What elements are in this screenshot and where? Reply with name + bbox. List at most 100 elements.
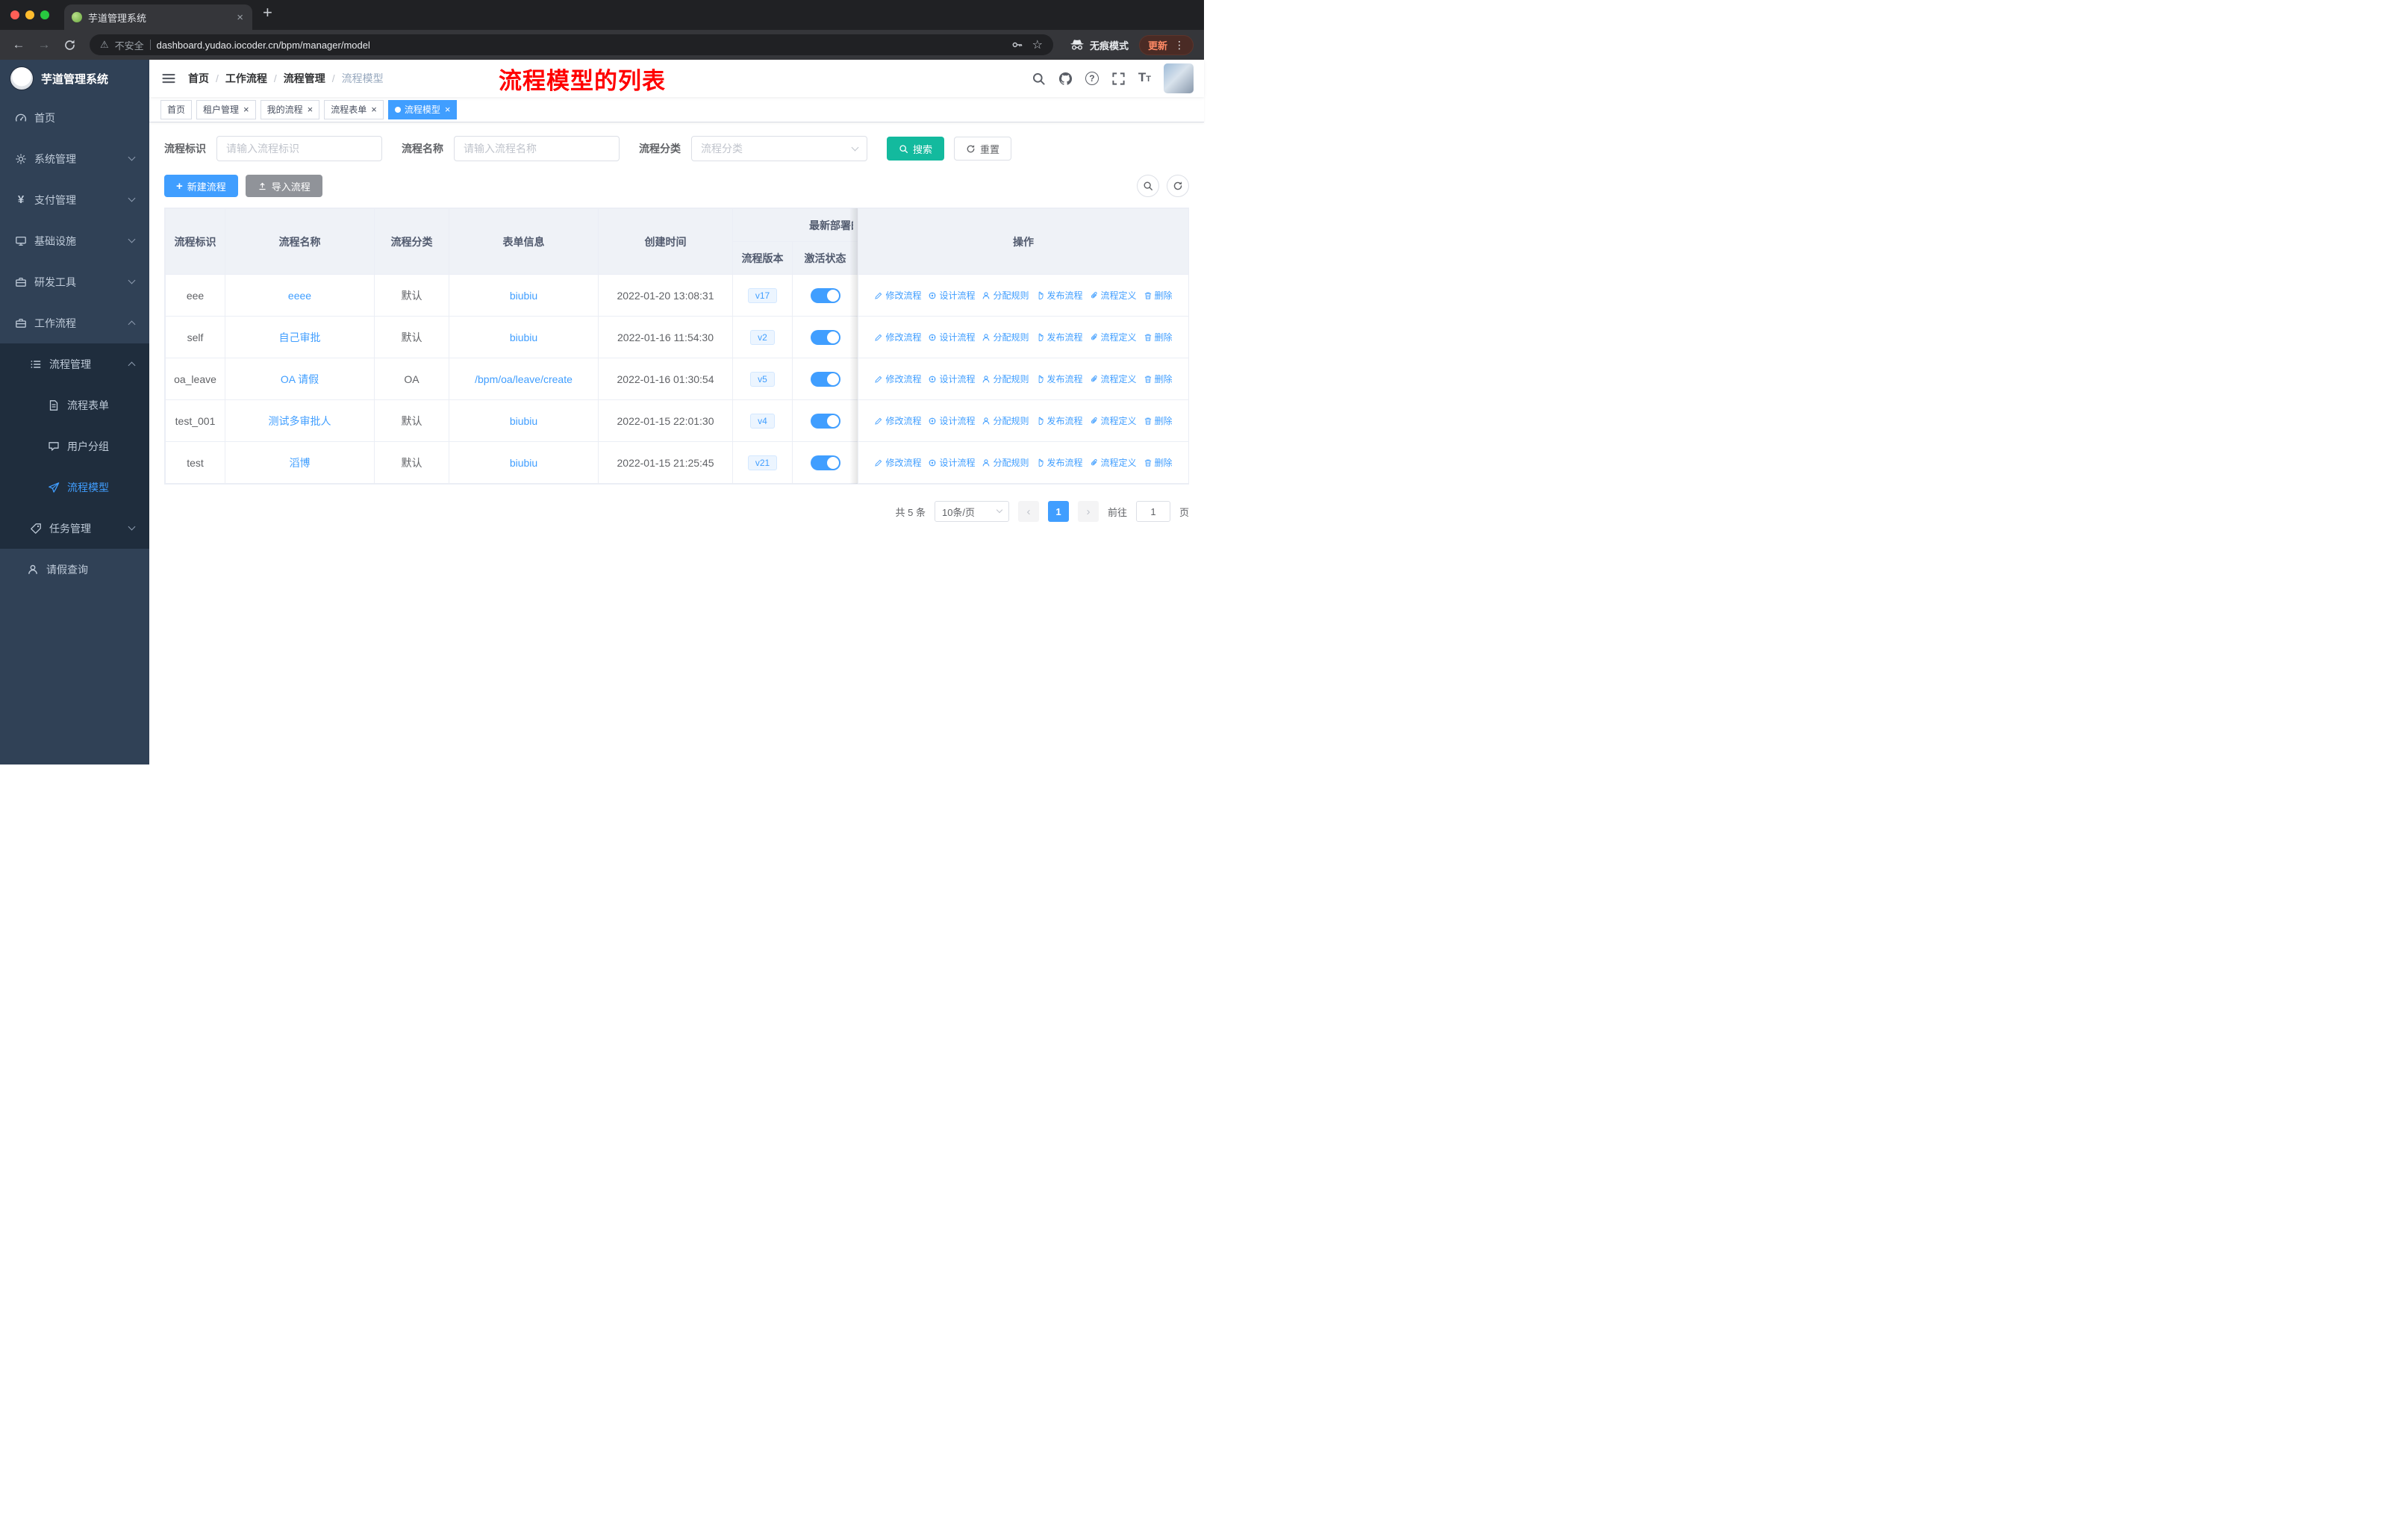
sidebar-item-system[interactable]: 系统管理 bbox=[0, 138, 149, 179]
action-assign-rule[interactable]: 分配规则 bbox=[982, 289, 1029, 302]
close-icon[interactable]: × bbox=[308, 105, 314, 114]
close-icon[interactable]: × bbox=[445, 105, 451, 114]
close-icon[interactable]: × bbox=[371, 105, 377, 114]
tag-home[interactable]: 首页 bbox=[160, 99, 193, 119]
user-avatar[interactable] bbox=[1164, 63, 1194, 93]
page-1-button[interactable]: 1 bbox=[1047, 501, 1069, 522]
tag-tenant[interactable]: 租户管理 × bbox=[196, 99, 256, 119]
process-name-link[interactable]: 自己审批 bbox=[279, 331, 321, 343]
action-edit[interactable]: 修改流程 bbox=[874, 373, 921, 385]
action-assign-rule[interactable]: 分配规则 bbox=[982, 331, 1029, 343]
sidebar-item-leave-query[interactable]: 请假查询 bbox=[0, 549, 149, 590]
action-design[interactable]: 设计流程 bbox=[928, 456, 975, 469]
new-tab-button[interactable]: + bbox=[252, 4, 272, 25]
form-info-link[interactable]: biubiu bbox=[510, 415, 537, 427]
tag-my-process[interactable]: 我的流程 × bbox=[260, 99, 320, 119]
forward-icon[interactable]: → bbox=[33, 34, 55, 56]
zoom-window-button[interactable] bbox=[40, 10, 49, 19]
toggle-search-button[interactable] bbox=[1137, 175, 1159, 197]
process-name-link[interactable]: OA 请假 bbox=[281, 373, 319, 385]
action-delete[interactable]: 删除 bbox=[1144, 331, 1173, 343]
browser-menu-icon[interactable]: ⋮ bbox=[1174, 39, 1185, 52]
action-assign-rule[interactable]: 分配规则 bbox=[982, 373, 1029, 385]
sidebar-item-workflow[interactable]: 工作流程 bbox=[0, 302, 149, 343]
sidebar-item-payment[interactable]: ¥ 支付管理 bbox=[0, 179, 149, 220]
import-process-button[interactable]: 导入流程 bbox=[245, 175, 322, 197]
password-key-icon[interactable] bbox=[1011, 39, 1023, 51]
process-name-input[interactable] bbox=[454, 136, 620, 161]
goto-page-input[interactable] bbox=[1135, 501, 1170, 522]
tag-process-model[interactable]: 流程模型 × bbox=[387, 99, 458, 119]
sidebar-item-task-mgmt[interactable]: 任务管理 bbox=[0, 508, 149, 549]
form-info-link[interactable]: biubiu bbox=[510, 457, 537, 469]
back-icon[interactable]: ← bbox=[7, 34, 30, 56]
action-edit[interactable]: 修改流程 bbox=[874, 456, 921, 469]
process-name-link[interactable]: 测试多审批人 bbox=[269, 415, 331, 427]
refresh-table-button[interactable] bbox=[1167, 175, 1189, 197]
sidebar-logo[interactable]: 芋道管理系统 bbox=[0, 60, 149, 97]
security-label[interactable]: 不安全 bbox=[115, 38, 144, 52]
action-publish[interactable]: 发布流程 bbox=[1036, 414, 1083, 427]
create-process-button[interactable]: + 新建流程 bbox=[164, 175, 238, 197]
reset-button[interactable]: 重置 bbox=[954, 137, 1012, 161]
version-badge[interactable]: v5 bbox=[750, 371, 775, 387]
action-publish[interactable]: 发布流程 bbox=[1036, 289, 1083, 302]
tag-process-form[interactable]: 流程表单 × bbox=[324, 99, 384, 119]
action-edit[interactable]: 修改流程 bbox=[874, 289, 921, 302]
fullscreen-icon[interactable] bbox=[1111, 72, 1126, 86]
action-assign-rule[interactable]: 分配规则 bbox=[982, 414, 1029, 427]
search-button[interactable]: 搜索 bbox=[887, 137, 945, 161]
action-design[interactable]: 设计流程 bbox=[928, 414, 975, 427]
action-definition[interactable]: 流程定义 bbox=[1090, 331, 1137, 343]
action-design[interactable]: 设计流程 bbox=[928, 373, 975, 385]
search-icon[interactable] bbox=[1032, 72, 1046, 86]
github-icon[interactable] bbox=[1058, 72, 1073, 86]
breadcrumb-home[interactable]: 首页 bbox=[188, 71, 209, 86]
sidebar-item-process-mgmt[interactable]: 流程管理 bbox=[0, 343, 149, 384]
status-toggle[interactable] bbox=[810, 329, 840, 345]
tab-close-icon[interactable]: × bbox=[235, 11, 245, 24]
status-toggle[interactable] bbox=[810, 455, 840, 470]
status-toggle[interactable] bbox=[810, 287, 840, 303]
action-design[interactable]: 设计流程 bbox=[928, 289, 975, 302]
version-badge[interactable]: v2 bbox=[750, 329, 775, 345]
browser-tab[interactable]: 芋道管理系统 × bbox=[64, 4, 252, 30]
form-info-link[interactable]: /bpm/oa/leave/create bbox=[475, 373, 573, 385]
status-toggle[interactable] bbox=[810, 413, 840, 429]
process-name-link[interactable]: eeee bbox=[288, 290, 311, 302]
sidebar-item-user-group[interactable]: 用户分组 bbox=[0, 426, 149, 467]
process-id-input[interactable] bbox=[216, 136, 382, 161]
sidebar-item-devtools[interactable]: 研发工具 bbox=[0, 261, 149, 302]
action-edit[interactable]: 修改流程 bbox=[874, 414, 921, 427]
sidebar-item-process-model[interactable]: 流程模型 bbox=[0, 467, 149, 508]
action-publish[interactable]: 发布流程 bbox=[1036, 456, 1083, 469]
action-definition[interactable]: 流程定义 bbox=[1090, 456, 1137, 469]
action-edit[interactable]: 修改流程 bbox=[874, 331, 921, 343]
action-definition[interactable]: 流程定义 bbox=[1090, 289, 1137, 302]
breadcrumb-workflow[interactable]: 工作流程 bbox=[225, 71, 267, 86]
address-bar[interactable]: ⚠ 不安全 dashboard.yudao.iocoder.cn/bpm/man… bbox=[90, 34, 1053, 55]
bookmark-star-icon[interactable]: ☆ bbox=[1032, 37, 1043, 52]
close-window-button[interactable] bbox=[10, 10, 19, 19]
action-design[interactable]: 设计流程 bbox=[928, 331, 975, 343]
prev-page-button[interactable]: ‹ bbox=[1017, 501, 1039, 522]
help-icon[interactable]: ? bbox=[1085, 72, 1099, 85]
action-publish[interactable]: 发布流程 bbox=[1036, 331, 1083, 343]
browser-update-button[interactable]: 更新 ⋮ bbox=[1138, 34, 1194, 55]
hamburger-icon[interactable] bbox=[149, 71, 188, 86]
next-page-button[interactable]: › bbox=[1077, 501, 1099, 522]
page-size-select[interactable]: 10条/页 bbox=[934, 501, 1009, 522]
status-toggle[interactable] bbox=[810, 371, 840, 387]
process-name-link[interactable]: 滔博 bbox=[290, 457, 311, 469]
reload-icon[interactable] bbox=[58, 34, 81, 56]
action-delete[interactable]: 删除 bbox=[1144, 414, 1173, 427]
version-badge[interactable]: v21 bbox=[747, 455, 778, 470]
minimize-window-button[interactable] bbox=[25, 10, 34, 19]
version-badge[interactable]: v4 bbox=[750, 413, 775, 429]
action-assign-rule[interactable]: 分配规则 bbox=[982, 456, 1029, 469]
font-size-icon[interactable]: TT bbox=[1138, 71, 1151, 86]
category-select[interactable]: 流程分类 bbox=[691, 136, 867, 161]
sidebar-item-process-form[interactable]: 流程表单 bbox=[0, 384, 149, 426]
action-definition[interactable]: 流程定义 bbox=[1090, 414, 1137, 427]
action-publish[interactable]: 发布流程 bbox=[1036, 373, 1083, 385]
